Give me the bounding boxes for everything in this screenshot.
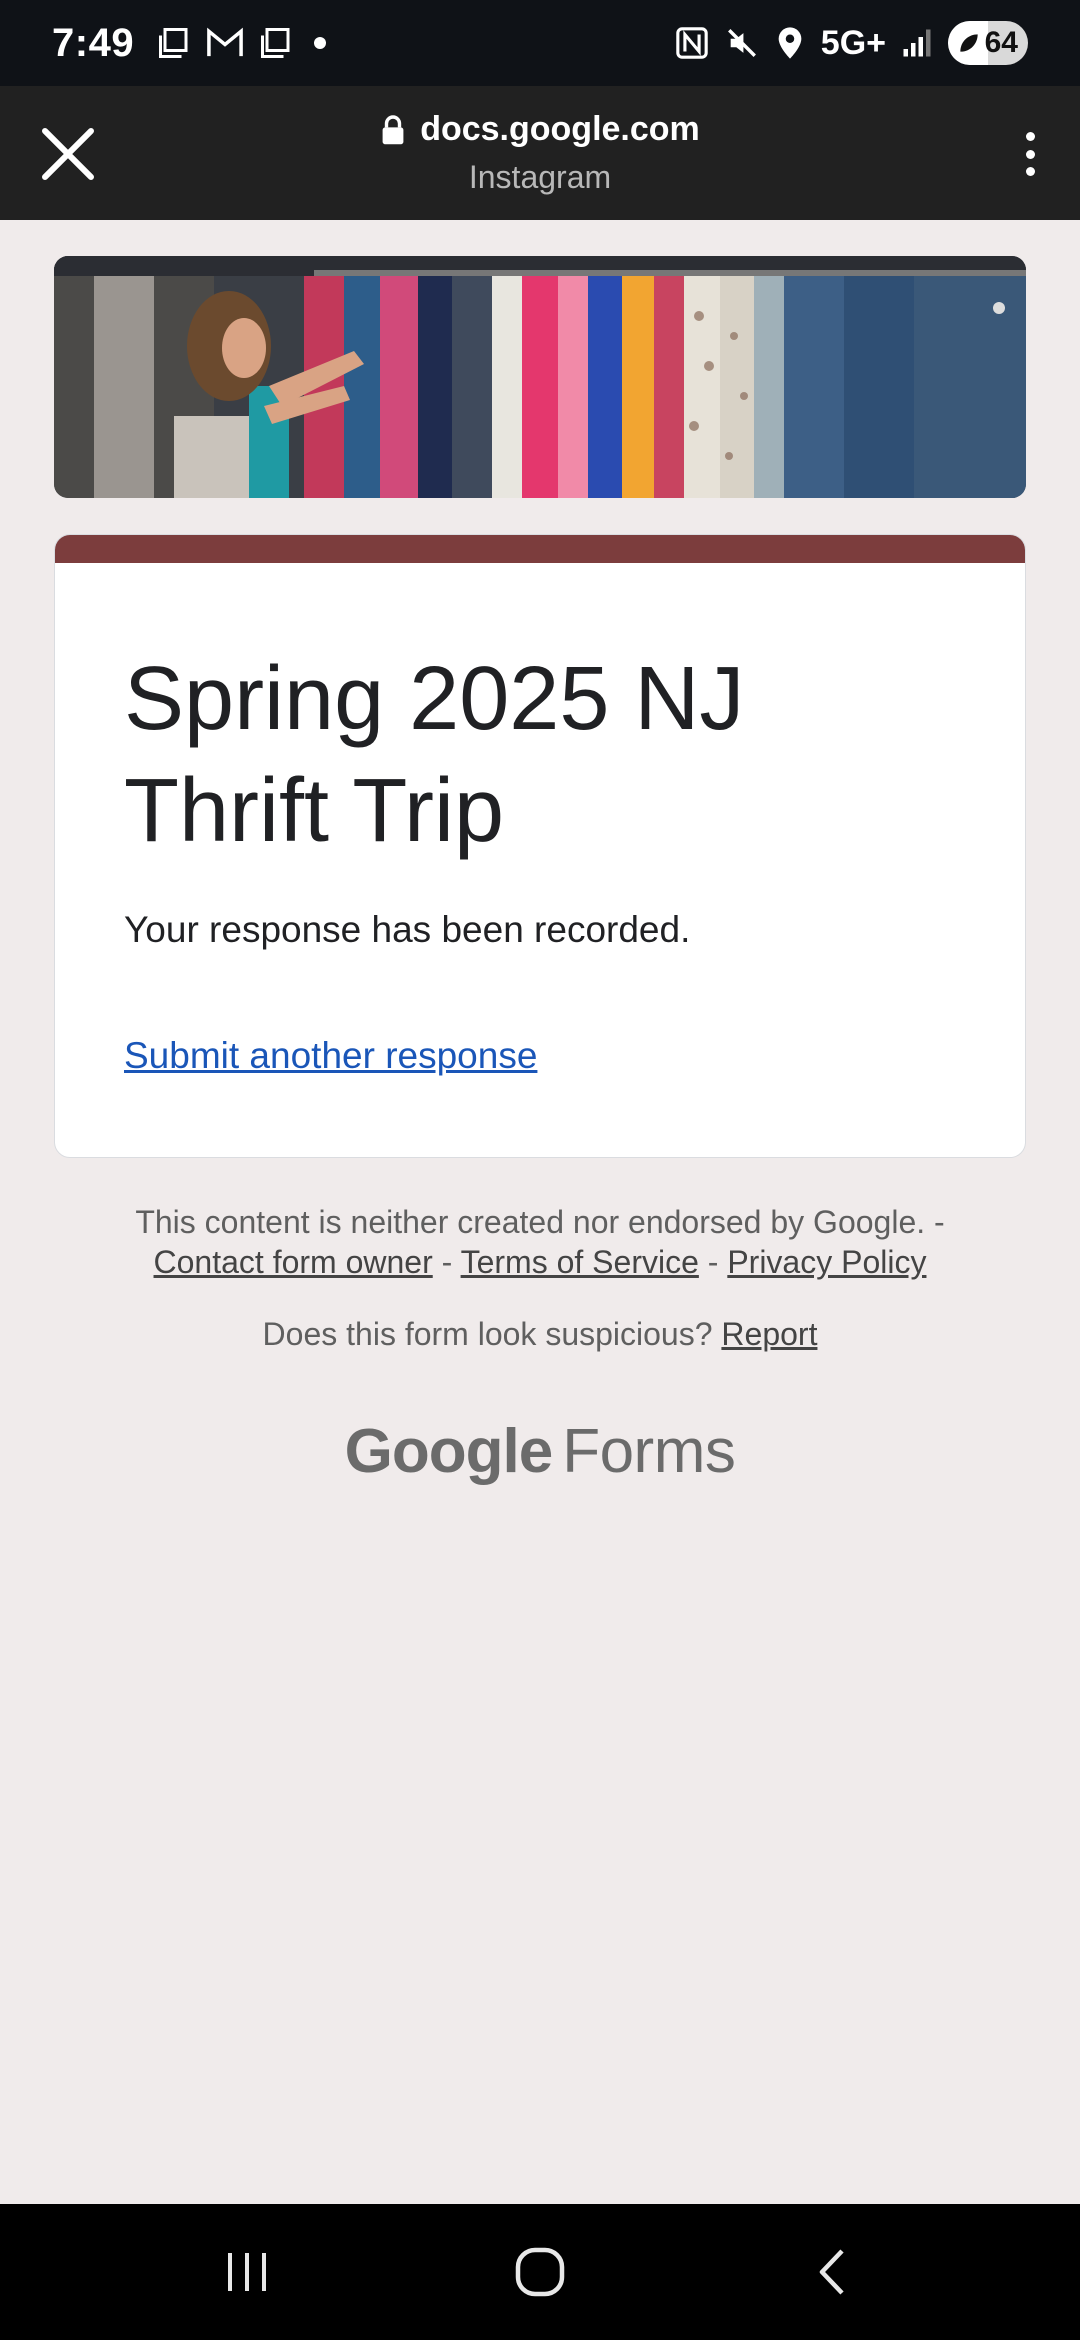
lock-icon: [382, 114, 404, 144]
separator: -: [441, 1244, 453, 1280]
more-vert-icon: [1025, 132, 1035, 141]
status-left: 7:49: [52, 21, 332, 66]
form-title: Spring 2025 NJ Thrift Trip: [124, 649, 745, 861]
battery-level: 64: [984, 26, 1018, 59]
copy-icon: [258, 25, 294, 61]
terms-of-service-link[interactable]: Terms of Service: [461, 1244, 699, 1280]
google-wordmark: Google: [344, 1417, 554, 1486]
gmail-icon: [206, 26, 244, 60]
battery-icon: 64: [948, 21, 1028, 65]
more-options-button[interactable]: [1010, 126, 1050, 182]
back-button[interactable]: [783, 2232, 883, 2312]
privacy-policy-link[interactable]: Privacy Policy: [727, 1244, 926, 1280]
system-navigation-bar: [0, 2204, 1080, 2340]
dot-icon: [308, 31, 332, 55]
status-bar: 7:49 5G+ 64: [0, 0, 1080, 86]
signal-icon: [902, 28, 932, 58]
home-icon: [515, 2247, 565, 2297]
recent-apps-button[interactable]: [197, 2232, 297, 2312]
recent-apps-icon: [227, 2253, 266, 2291]
contact-form-owner-link[interactable]: Contact form owner: [154, 1244, 433, 1280]
network-type: 5G+: [820, 23, 886, 62]
status-time: 7:49: [52, 20, 135, 65]
google-forms-logo[interactable]: Google Forms: [0, 1416, 1080, 1487]
url-source: Instagram: [468, 158, 612, 195]
card-accent-bar: [55, 535, 1025, 563]
url-block: docs.google.com Instagram: [0, 110, 1080, 196]
report-link[interactable]: Report: [721, 1316, 817, 1352]
url-domain: docs.google.com: [420, 110, 700, 148]
header-banner-image: [54, 256, 1026, 498]
report-row: Does this form look suspicious? Report: [60, 1316, 1020, 1353]
copy-icon: [156, 25, 192, 61]
back-icon: [820, 2249, 844, 2295]
mute-icon: [725, 26, 759, 60]
separator: -: [707, 1244, 719, 1280]
url-line: docs.google.com: [380, 110, 700, 149]
suspicious-text: Does this form look suspicious?: [262, 1316, 713, 1352]
location-icon: [775, 26, 805, 60]
home-button[interactable]: [490, 2232, 590, 2312]
confirmation-message: Your response has been recorded.: [124, 909, 691, 950]
submit-another-response-link[interactable]: Submit another response: [124, 1035, 537, 1077]
status-right: 5G+ 64: [675, 21, 1028, 65]
disclaimer-text: This content is neither created nor endo…: [135, 1204, 945, 1240]
forms-wordmark: Forms: [562, 1417, 736, 1486]
nfc-icon: [675, 26, 709, 60]
confirmation-card: Spring 2025 NJ Thrift Trip Your response…: [54, 534, 1026, 1158]
browser-toolbar: docs.google.com Instagram: [0, 86, 1080, 220]
footer-disclaimer: This content is neither created nor endo…: [60, 1202, 1020, 1282]
